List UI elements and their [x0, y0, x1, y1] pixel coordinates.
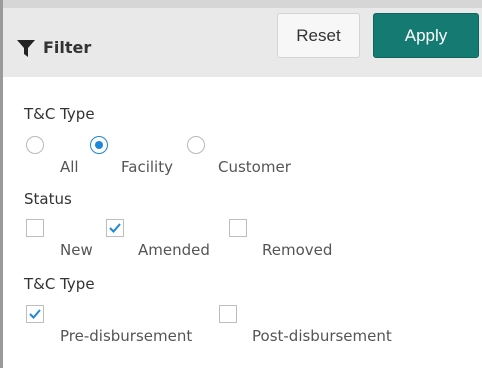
radio-all[interactable]: [26, 136, 44, 154]
filter-title: Filter: [43, 38, 92, 57]
checkbox-amended-label: Amended: [138, 241, 210, 259]
status-label: Status: [24, 190, 72, 208]
tc-type-label: T&C Type: [24, 105, 95, 123]
checkbox-removed-label: Removed: [262, 241, 333, 259]
checkbox-post-disbursement-label: Post-disbursement: [252, 327, 392, 345]
radio-customer-label: Customer: [218, 158, 291, 176]
checkbox-new-label: New: [60, 241, 93, 259]
checkmark-icon: [109, 223, 121, 233]
filter-icon: [17, 40, 35, 57]
checkbox-post-disbursement[interactable]: [219, 305, 237, 323]
radio-all-label: All: [60, 158, 79, 176]
filter-panel: Filter Reset Apply T&C Type All Facility…: [0, 0, 482, 368]
apply-button[interactable]: Apply: [373, 13, 479, 58]
checkbox-amended[interactable]: [106, 219, 124, 237]
radio-customer[interactable]: [187, 136, 205, 154]
checkbox-removed[interactable]: [229, 219, 247, 237]
tc-type2-label: T&C Type: [24, 275, 95, 293]
checkbox-new[interactable]: [26, 219, 44, 237]
checkbox-pre-disbursement-label: Pre-disbursement: [60, 327, 193, 345]
checkbox-pre-disbursement[interactable]: [26, 305, 44, 323]
radio-facility[interactable]: [90, 136, 108, 154]
radio-facility-label: Facility: [121, 158, 173, 176]
checkmark-icon: [29, 309, 41, 319]
reset-button[interactable]: Reset: [277, 13, 360, 58]
